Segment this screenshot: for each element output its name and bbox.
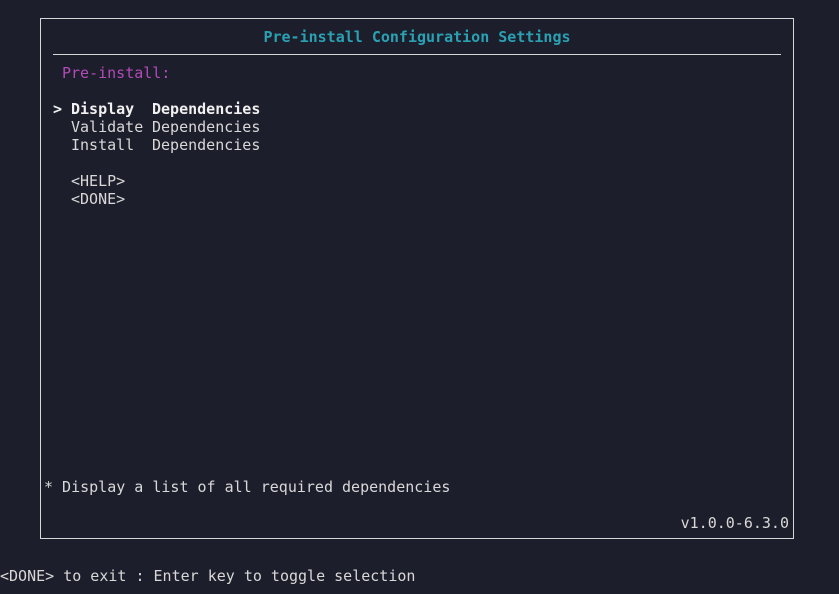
item-description: * Display a list of all required depende…: [44, 478, 451, 496]
done-button-label: <DONE>: [71, 190, 126, 208]
menu-item-display-dependencies[interactable]: > Display Dependencies: [53, 100, 260, 118]
version-label: v1.0.0-6.3.0: [680, 514, 789, 532]
menu-item-label: Dependencies: [152, 136, 261, 154]
menu-item-label: Display: [71, 100, 135, 118]
menu-item-label: Dependencies: [152, 118, 261, 136]
help-button-label: <HELP>: [71, 172, 126, 190]
dialog-frame: Pre-install Configuration Settings Pre-i…: [40, 18, 794, 539]
section-label: Pre-install:: [62, 64, 171, 82]
menu-item-label: Install: [71, 136, 135, 154]
menu-item-validate-dependencies[interactable]: Validate Dependencies: [53, 118, 260, 136]
menu-item-label: Dependencies: [152, 100, 261, 118]
dialog-title: Pre-install Configuration Settings: [263, 28, 571, 46]
title-divider: [53, 54, 781, 55]
menu-list: > Display Dependencies Validate Dependen…: [53, 100, 260, 208]
done-button[interactable]: <DONE>: [53, 190, 260, 208]
footer-hint: <DONE> to exit : Enter key to toggle sel…: [0, 567, 416, 585]
selection-cursor-icon: >: [53, 100, 63, 118]
help-button[interactable]: <HELP>: [53, 172, 260, 190]
menu-item-label: Validate: [71, 118, 144, 136]
menu-item-install-dependencies[interactable]: Install Dependencies: [53, 136, 260, 154]
